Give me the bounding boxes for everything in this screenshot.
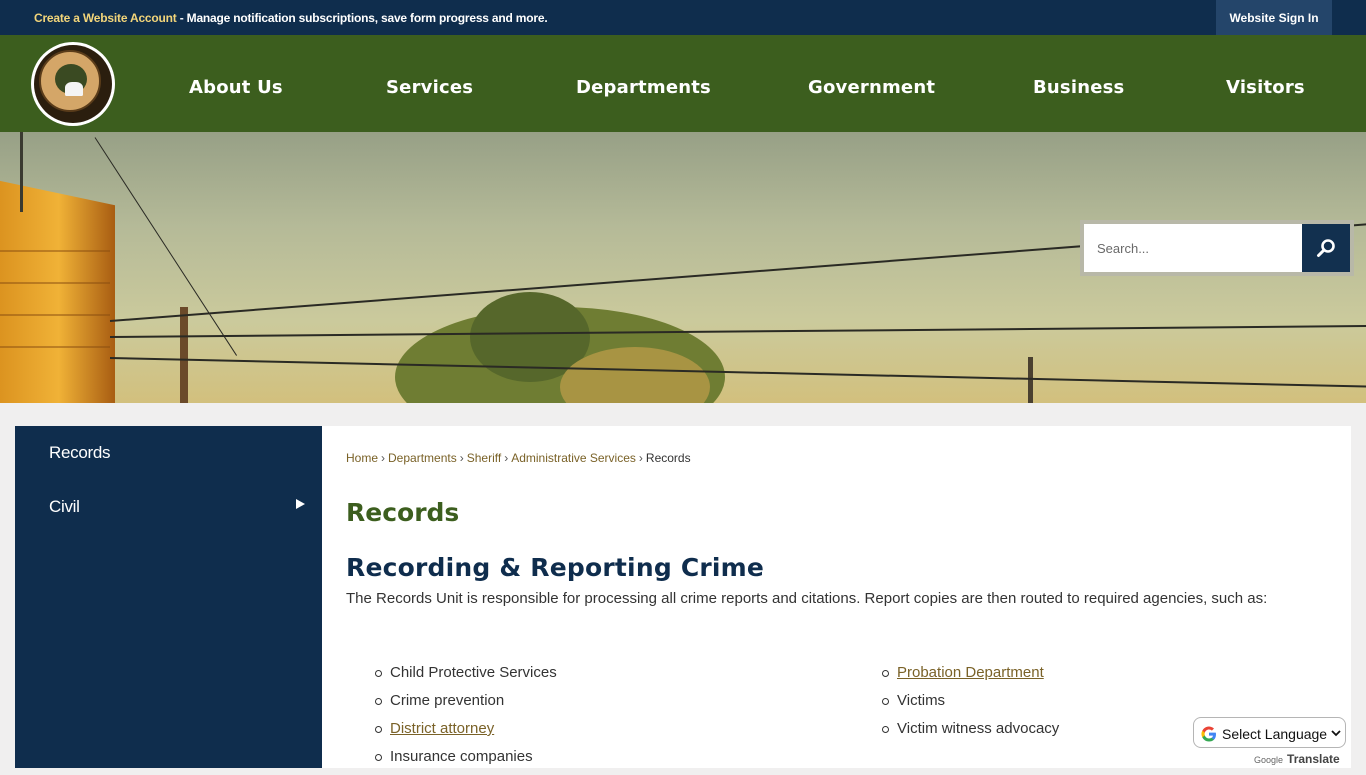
main-content: Home › Departments › Sheriff › Administrative … <box>322 426 1351 768</box>
main-navigation: About Us Services Departments Government… <box>0 35 1366 132</box>
translate-link[interactable]: Translate <box>1287 752 1340 766</box>
nav-business[interactable]: Business <box>1033 77 1124 98</box>
seal-emblem-icon <box>65 82 83 96</box>
sidebar-item-civil[interactable]: Civil <box>49 497 80 517</box>
site-search <box>1080 220 1354 276</box>
nav-departments[interactable]: Departments <box>576 77 711 98</box>
expand-arrow-icon[interactable] <box>296 499 305 509</box>
list-item: Probation Department <box>882 663 1059 691</box>
county-seal-logo[interactable] <box>31 42 115 126</box>
steeple <box>1028 357 1033 403</box>
power-line <box>94 137 238 356</box>
list-item: District attorney <box>375 719 557 747</box>
building-line <box>0 346 110 348</box>
language-select[interactable]: Select Language <box>1193 717 1346 748</box>
breadcrumb: Home › Departments › Sheriff › Administrative … <box>346 451 691 465</box>
building-line <box>0 314 110 316</box>
powered-by-google-translate: Google Translate <box>1254 752 1340 766</box>
create-account-link[interactable]: Create a Website Account <box>34 11 177 25</box>
breadcrumb-sheriff[interactable]: Sheriff <box>467 451 501 465</box>
breadcrumb-home[interactable]: Home <box>346 451 378 465</box>
search-icon <box>1317 239 1335 257</box>
section-heading: Recording & Reporting Crime <box>346 553 765 582</box>
sidebar-item-records[interactable]: Records <box>49 443 111 463</box>
language-select-label: Select Language <box>1222 726 1328 742</box>
building-line <box>0 282 110 284</box>
antenna-pole <box>20 132 23 212</box>
page-title: Records <box>346 498 460 527</box>
agency-list-left: Child Protective Services Crime preventi… <box>375 663 557 775</box>
power-line <box>109 357 1366 388</box>
nav-government[interactable]: Government <box>808 77 935 98</box>
sign-in-button[interactable]: Website Sign In <box>1216 0 1332 35</box>
building-line <box>0 250 110 252</box>
agency-list-right: Probation Department Victims Victim witn… <box>882 663 1059 747</box>
section-sidebar: Records Civil <box>15 426 322 768</box>
brick-building <box>0 178 115 403</box>
google-wordmark: Google <box>1254 755 1284 765</box>
list-item: Victims <box>882 691 1059 719</box>
intro-paragraph: The Records Unit is responsible for proc… <box>346 590 1268 607</box>
breadcrumb-current: Records <box>645 451 691 465</box>
google-g-icon <box>1201 726 1216 742</box>
breadcrumb-departments[interactable]: Departments <box>388 451 457 465</box>
list-item: Crime prevention <box>375 691 557 719</box>
nav-about-us[interactable]: About Us <box>189 77 283 98</box>
top-utility-bar: Create a Website Account - Manage notifi… <box>0 0 1366 35</box>
seal-inner <box>39 50 101 112</box>
account-description: - Manage notification subscriptions, sav… <box>176 11 548 25</box>
chevron-down-icon <box>1331 730 1341 737</box>
list-item: Insurance companies <box>375 747 557 775</box>
probation-department-link[interactable]: Probation Department <box>897 664 1044 681</box>
list-item: Child Protective Services <box>375 663 557 691</box>
breadcrumb-administrative-services[interactable]: Administrative Services <box>511 451 636 465</box>
search-button[interactable] <box>1302 224 1350 272</box>
search-input[interactable] <box>1084 224 1302 272</box>
list-item: Victim witness advocacy <box>882 719 1059 747</box>
utility-pole <box>180 307 188 403</box>
nav-visitors[interactable]: Visitors <box>1226 77 1305 98</box>
power-line <box>109 325 1366 338</box>
account-message: Create a Website Account - Manage notifi… <box>34 11 548 25</box>
nav-services[interactable]: Services <box>386 77 473 98</box>
district-attorney-link[interactable]: District attorney <box>390 720 494 737</box>
